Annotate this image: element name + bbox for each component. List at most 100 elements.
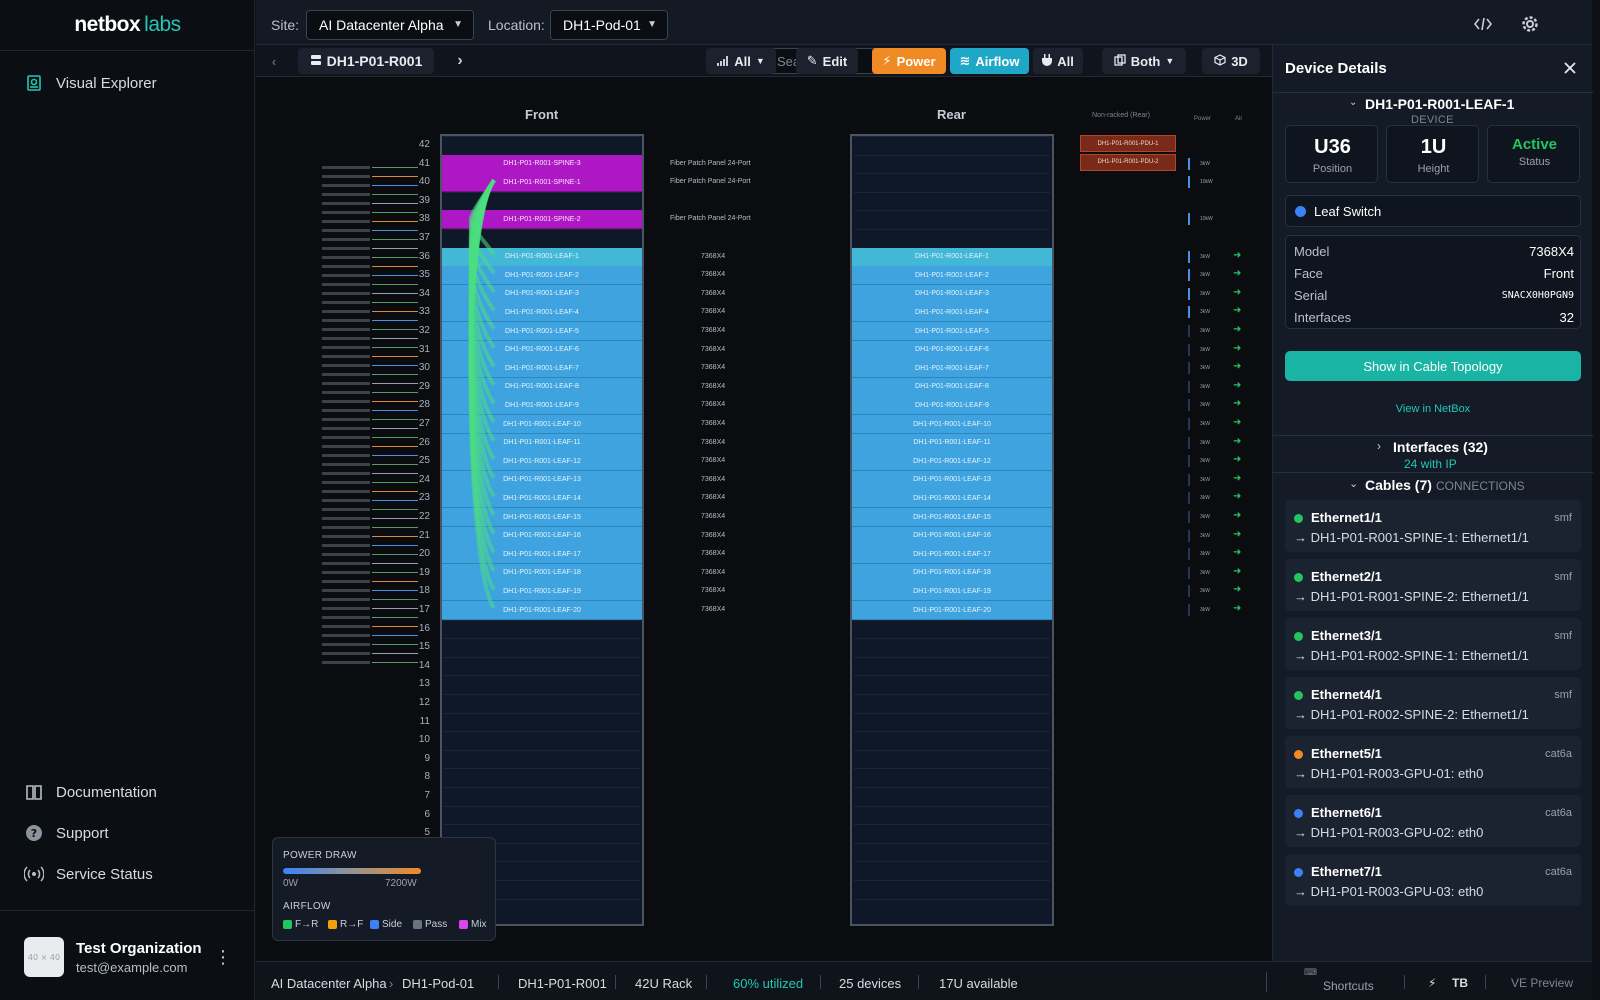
rack-device-leaf-rear[interactable]: DH1-P01-R001-LEAF-18 bbox=[852, 563, 1052, 583]
rack-slot[interactable] bbox=[854, 731, 1050, 749]
code-icon[interactable] bbox=[1471, 12, 1495, 36]
minimap-label bbox=[322, 409, 370, 412]
cable-item[interactable]: Ethernet2/1 smf → DH1-P01-R001-SPINE-2: Et… bbox=[1285, 559, 1581, 611]
legend-item-label: Side bbox=[382, 919, 403, 930]
rack-slot[interactable] bbox=[444, 749, 640, 768]
cables-section-title[interactable]: Cables (7) bbox=[1365, 477, 1432, 493]
rack-slot[interactable] bbox=[444, 712, 640, 731]
rack-slot[interactable] bbox=[854, 619, 1050, 638]
nav-support[interactable]: ? Support bbox=[24, 823, 109, 843]
rack-device-leaf-rear[interactable]: DH1-P01-R001-LEAF-16 bbox=[852, 526, 1052, 546]
cable-item[interactable]: Ethernet5/1 cat6a → DH1-P01-R003-GPU-01: e… bbox=[1285, 736, 1581, 788]
brand-logo[interactable]: netbox labs bbox=[0, 0, 255, 51]
rack-slot[interactable] bbox=[854, 136, 1050, 154]
rack-slot[interactable] bbox=[854, 880, 1050, 898]
interfaces-section-title[interactable]: Interfaces (32) bbox=[1393, 439, 1488, 455]
rack-device-leaf-rear[interactable]: DH1-P01-R001-LEAF-7 bbox=[852, 359, 1052, 379]
rack-slot[interactable] bbox=[854, 229, 1050, 247]
rack-slot[interactable] bbox=[854, 656, 1050, 675]
rack-device-leaf-rear[interactable]: DH1-P01-R001-LEAF-14 bbox=[852, 489, 1052, 509]
rack-slot[interactable] bbox=[854, 749, 1050, 768]
face-selector[interactable]: Both ▼ bbox=[1102, 48, 1186, 74]
tb-indicator[interactable]: TB bbox=[1452, 976, 1468, 990]
rack-slot[interactable] bbox=[854, 210, 1050, 228]
rack-device-leaf-rear[interactable]: DH1-P01-R001-LEAF-5 bbox=[852, 322, 1052, 342]
rack-slot[interactable] bbox=[854, 694, 1050, 712]
rack-slot[interactable] bbox=[444, 787, 640, 805]
rack-selector[interactable]: DH1-P01-R001 bbox=[298, 48, 434, 74]
cables-section-subtitle: CONNECTIONS bbox=[1436, 479, 1525, 493]
pdu-device[interactable]: DH1-P01-R001-PDU-1 bbox=[1080, 135, 1176, 152]
rack-slot[interactable] bbox=[854, 898, 1050, 917]
cable-item[interactable]: Ethernet1/1 smf → DH1-P01-R001-SPINE-1: Et… bbox=[1285, 500, 1581, 552]
airflow-arrow-icon: ➜ bbox=[1233, 435, 1242, 447]
rack-device-leaf-rear[interactable]: DH1-P01-R001-LEAF-19 bbox=[852, 582, 1052, 602]
rack-slot[interactable] bbox=[444, 731, 640, 749]
rack-slot[interactable] bbox=[444, 768, 640, 786]
status-site[interactable]: AI Datacenter Alpha bbox=[271, 976, 387, 991]
rack-slot[interactable] bbox=[854, 712, 1050, 731]
rack-device-leaf-rear[interactable]: DH1-P01-R001-LEAF-2 bbox=[852, 266, 1052, 286]
rack-slot[interactable] bbox=[854, 675, 1050, 693]
nav-documentation[interactable]: Documentation bbox=[24, 782, 157, 802]
status-location[interactable]: DH1-Pod-01 bbox=[402, 976, 474, 991]
rack-device-leaf-rear[interactable]: DH1-P01-R001-LEAF-3 bbox=[852, 284, 1052, 304]
rack-slot[interactable] bbox=[854, 154, 1050, 173]
cable-item[interactable]: Ethernet3/1 smf → DH1-P01-R002-SPINE-1: Et… bbox=[1285, 618, 1581, 670]
rack-device-leaf-rear[interactable]: DH1-P01-R001-LEAF-13 bbox=[852, 470, 1052, 490]
cable-item[interactable]: Ethernet4/1 smf → DH1-P01-R002-SPINE-2: Et… bbox=[1285, 677, 1581, 729]
rack-slot[interactable] bbox=[854, 173, 1050, 191]
rack-device-leaf-rear[interactable]: DH1-P01-R001-LEAF-1 bbox=[852, 247, 1052, 267]
unit-number: 18 bbox=[418, 585, 430, 597]
rack-device-leaf-rear[interactable]: DH1-P01-R001-LEAF-11 bbox=[852, 433, 1052, 453]
power-toggle[interactable]: ⚡ Power bbox=[872, 48, 946, 74]
minimap-row bbox=[322, 489, 418, 493]
close-icon[interactable] bbox=[1561, 59, 1579, 77]
rack-device-leaf-rear[interactable]: DH1-P01-R001-LEAF-6 bbox=[852, 340, 1052, 360]
rack-slot[interactable] bbox=[854, 768, 1050, 786]
edit-button[interactable]: ✎ Edit bbox=[796, 48, 858, 74]
gear-icon[interactable] bbox=[1518, 12, 1542, 36]
nav-visual-explorer[interactable]: Visual Explorer bbox=[24, 73, 157, 93]
site-select[interactable]: AI Datacenter Alpha ▼ bbox=[306, 10, 474, 40]
view-3d-button[interactable]: 3D bbox=[1202, 48, 1260, 74]
rack-device-leaf-rear[interactable]: DH1-P01-R001-LEAF-17 bbox=[852, 545, 1052, 565]
view-in-netbox-link[interactable]: View in NetBox bbox=[1273, 403, 1593, 415]
rack-slot[interactable] bbox=[854, 805, 1050, 824]
plug-filter[interactable]: All bbox=[1033, 48, 1083, 74]
org-menu-kebab-icon[interactable]: ⋮ bbox=[214, 947, 232, 967]
divider bbox=[820, 975, 821, 989]
rack-slot[interactable] bbox=[854, 787, 1050, 805]
rack-device-leaf-rear[interactable]: DH1-P01-R001-LEAF-20 bbox=[852, 601, 1052, 621]
location-select[interactable]: DH1-Pod-01 ▼ bbox=[550, 10, 668, 40]
rack-device-leaf-rear[interactable]: DH1-P01-R001-LEAF-9 bbox=[852, 396, 1052, 416]
rack-slot[interactable] bbox=[854, 861, 1050, 879]
shortcuts-button[interactable]: Shortcuts bbox=[1323, 979, 1374, 993]
rack-slot[interactable] bbox=[854, 191, 1050, 210]
rack-slot[interactable] bbox=[444, 805, 640, 824]
prev-rack-chevron-left-icon[interactable]: ‹ bbox=[264, 48, 284, 74]
rack-device-leaf-rear[interactable]: DH1-P01-R001-LEAF-8 bbox=[852, 377, 1052, 397]
cable-item[interactable]: Ethernet7/1 cat6a → DH1-P01-R003-GPU-03: e… bbox=[1285, 854, 1581, 906]
org-switcher[interactable]: 40 × 40 Test Organization test@example.c… bbox=[0, 910, 255, 1000]
rack-device-leaf-rear[interactable]: DH1-P01-R001-LEAF-10 bbox=[852, 415, 1052, 435]
rack-slot[interactable] bbox=[444, 694, 640, 712]
rack-device-leaf-rear[interactable]: DH1-P01-R001-LEAF-12 bbox=[852, 452, 1052, 472]
rack-slot[interactable] bbox=[854, 824, 1050, 842]
rack-slot[interactable] bbox=[854, 638, 1050, 656]
rack-slot[interactable] bbox=[854, 842, 1050, 861]
pdu-device[interactable]: DH1-P01-R001-PDU-2 bbox=[1080, 153, 1176, 171]
unit-number: 16 bbox=[418, 622, 430, 634]
airflow-toggle[interactable]: ≋ Airflow bbox=[950, 48, 1029, 74]
rack-device-leaf-rear[interactable]: DH1-P01-R001-LEAF-15 bbox=[852, 508, 1052, 528]
chevron-down-icon[interactable]: ⌄ bbox=[1349, 477, 1358, 490]
nav-service-status[interactable]: Service Status bbox=[24, 864, 153, 884]
cable-item[interactable]: Ethernet6/1 cat6a → DH1-P01-R003-GPU-02: e… bbox=[1285, 795, 1581, 847]
chevron-down-icon[interactable]: ⌄ bbox=[1349, 97, 1357, 108]
show-cable-topology-button[interactable]: Show in Cable Topology bbox=[1285, 351, 1581, 381]
next-rack-chevron-right-icon[interactable]: › bbox=[450, 48, 470, 74]
chevron-right-icon[interactable]: › bbox=[1377, 439, 1381, 453]
rack-device-leaf-rear[interactable]: DH1-P01-R001-LEAF-4 bbox=[852, 303, 1052, 323]
power-bar bbox=[1188, 250, 1190, 263]
signal-filter-dropdown[interactable]: All ▼ bbox=[706, 48, 776, 74]
